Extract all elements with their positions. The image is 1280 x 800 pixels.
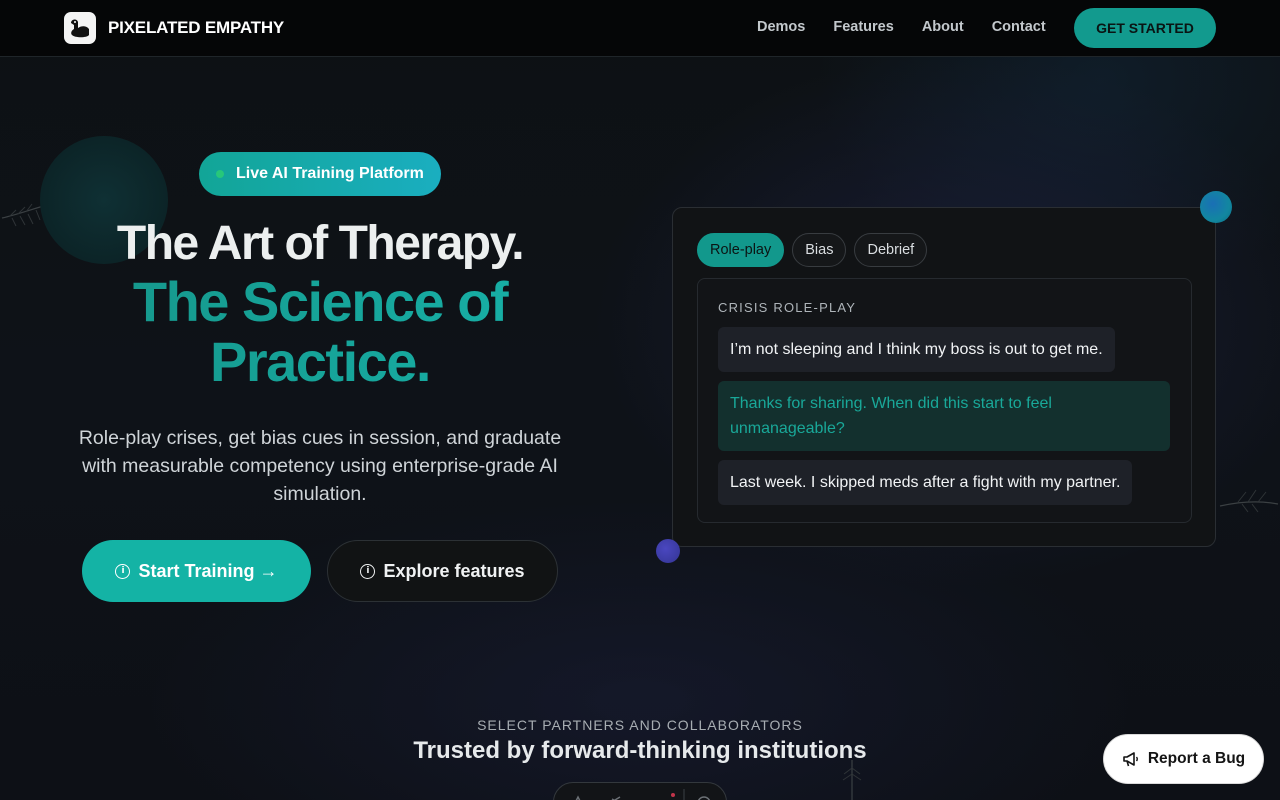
decorative-orb-blue	[1200, 191, 1232, 223]
nav-link-features[interactable]: Features	[833, 19, 893, 35]
hero-title-line3: Practice.	[40, 332, 600, 392]
badge-label: Live AI Training Platform	[236, 165, 424, 182]
nav-link-about[interactable]: About	[922, 19, 964, 35]
start-training-label: Start Training →	[138, 560, 278, 581]
partner-logos-icon	[575, 789, 711, 800]
brand-logo-icon	[64, 12, 96, 44]
decorative-orb-purple	[656, 539, 680, 563]
explore-features-button[interactable]: i Explore features	[327, 540, 558, 602]
hero-lead: Role-play crises, get bias cues in sessi…	[78, 427, 562, 505]
nav-link-contact[interactable]: Contact	[992, 19, 1046, 35]
hero-title-line2: The Science of	[40, 272, 600, 332]
info-icon: i	[115, 563, 131, 579]
chat-message-therapist: Thanks for sharing. When did this start …	[718, 381, 1170, 451]
chat-panel: CRISIS ROLE-PLAY I’m not sleeping and I …	[697, 278, 1192, 523]
chat-message-client: Last week. I skipped meds after a fight …	[718, 460, 1133, 505]
report-bug-button[interactable]: Report a Bug	[1103, 734, 1264, 784]
get-started-button[interactable]: GET STARTED	[1074, 8, 1216, 48]
tab-role-play[interactable]: Role-play	[697, 233, 785, 267]
brand-name: PIXELATED EMPATHY	[108, 18, 285, 37]
partners-title: Trusted by forward-thinking institutions	[413, 737, 867, 764]
demo-card: Role-play Bias Debrief CRISIS ROLE-PLAY …	[672, 207, 1216, 547]
brand-home-link[interactable]: PIXELATED EMPATHY	[64, 12, 284, 44]
demo-tabs: Role-play Bias Debrief	[697, 233, 928, 267]
nav-links: Demos Features About Contact	[757, 19, 1046, 35]
tab-bias[interactable]: Bias	[792, 233, 847, 267]
partners-kicker: SELECT PARTNERS AND COLLABORATORS	[477, 717, 803, 733]
explore-features-label: Explore features	[383, 560, 525, 581]
live-badge: Live AI Training Platform	[199, 152, 441, 196]
megaphone-icon	[1123, 752, 1138, 767]
tab-debrief[interactable]: Debrief	[854, 233, 928, 267]
hero-title: The Art of Therapy. The Science of Pract…	[40, 216, 600, 392]
feather-decoration-right	[1219, 489, 1279, 513]
nav-link-demos[interactable]: Demos	[757, 19, 805, 35]
start-training-button[interactable]: i Start Training →	[82, 540, 311, 602]
top-nav: PIXELATED EMPATHY Demos Features About C…	[0, 0, 1280, 57]
report-bug-label: Report a Bug	[1147, 750, 1246, 767]
partner-logo-strip	[553, 782, 727, 800]
status-dot-icon	[216, 170, 224, 178]
info-icon: i	[360, 563, 376, 579]
chat-section-title: CRISIS ROLE-PLAY	[718, 300, 857, 315]
chat-message-client: I’m not sleeping and I think my boss is …	[718, 327, 1115, 372]
hero-title-line1: The Art of Therapy.	[116, 217, 525, 270]
